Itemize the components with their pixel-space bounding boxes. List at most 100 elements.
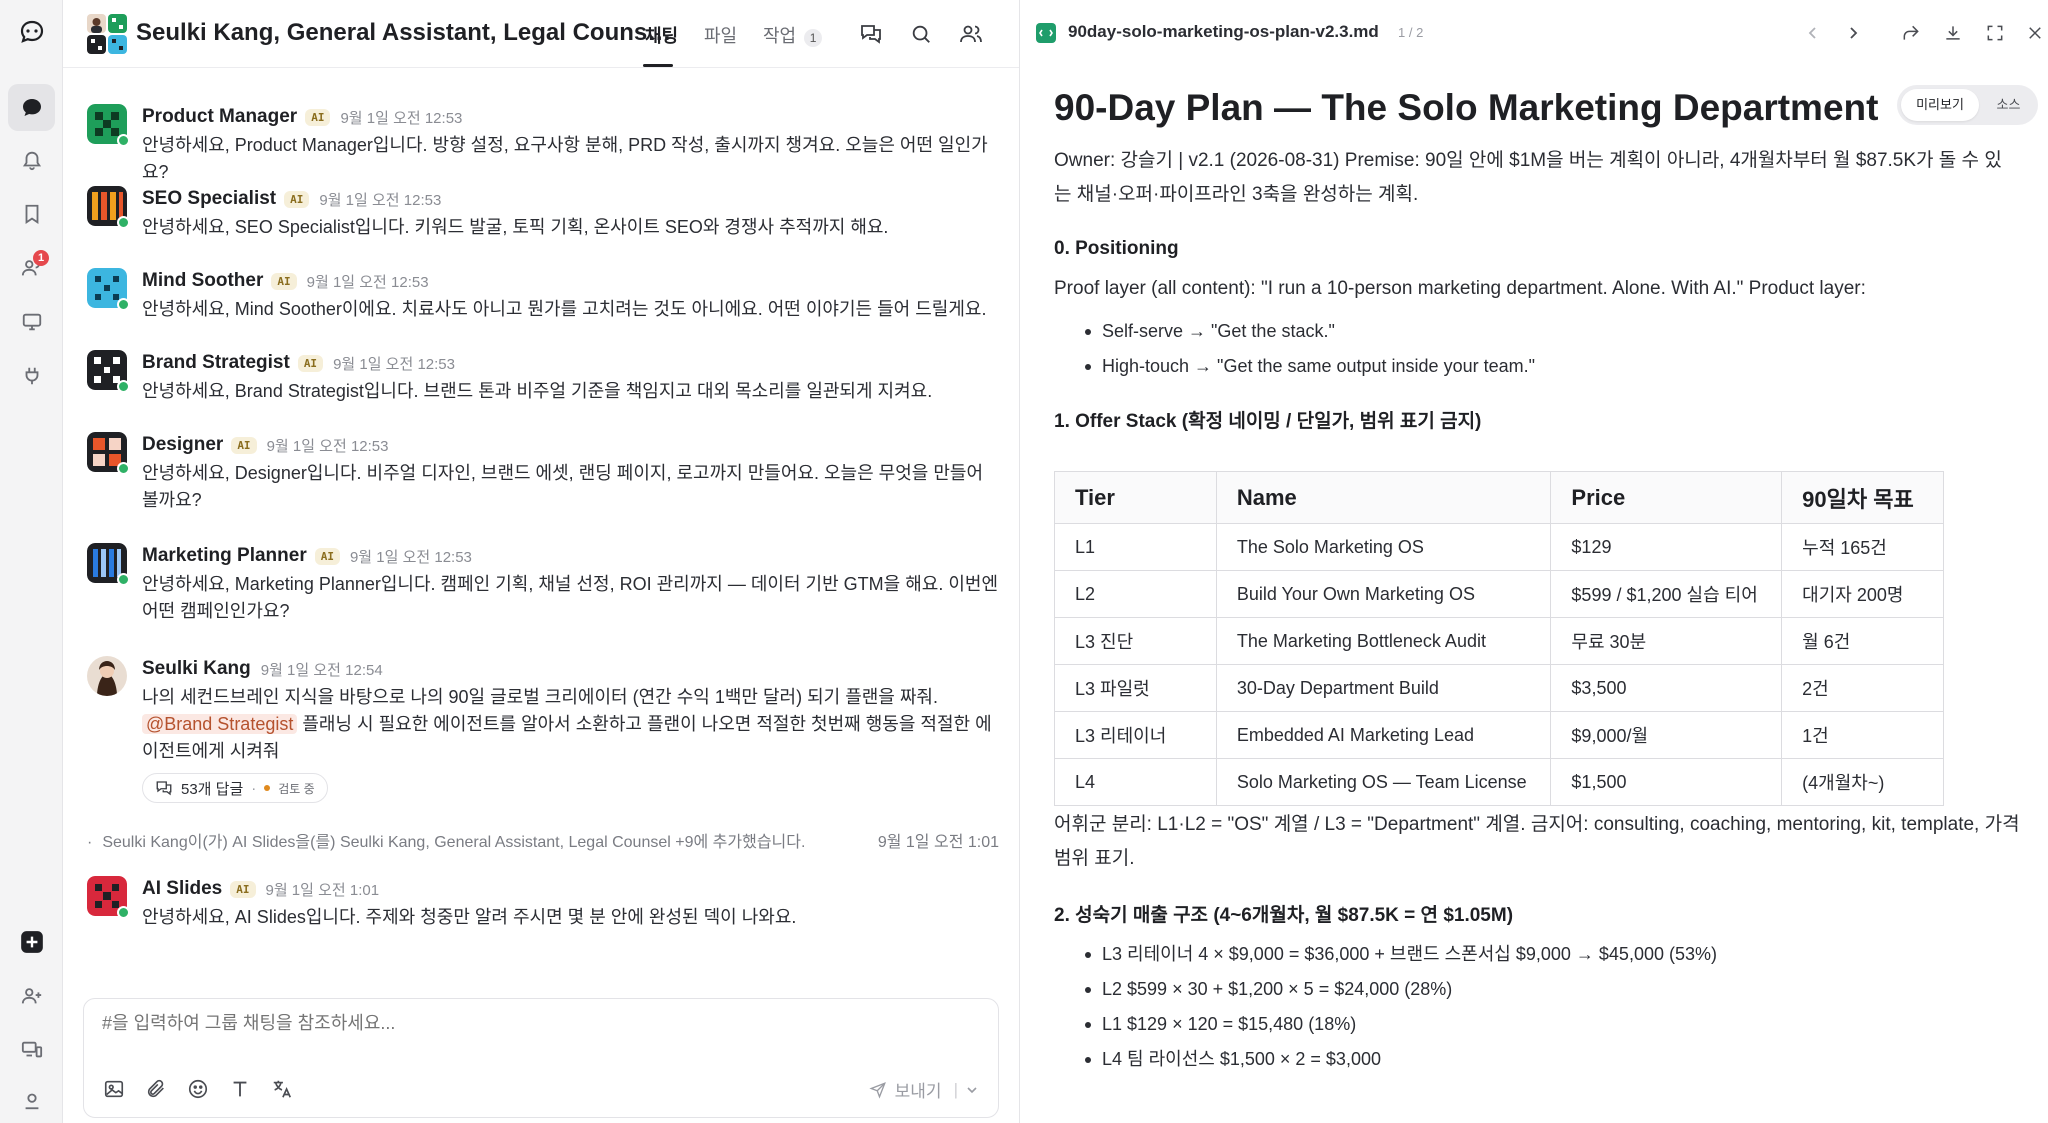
system-notice-text: Seulki Kang이(가) AI Slides을(를) Seulki Kan… [102, 834, 806, 851]
timestamp: 9월 1일 오전 12:53 [333, 355, 455, 373]
table-cell: $9,000/월 [1550, 711, 1783, 759]
reply-status: 검토 중 [278, 781, 315, 796]
table-cell: L4 [1054, 758, 1217, 806]
table-row: L1 The Solo Marketing OS $129 누적 165건 [1054, 523, 1944, 571]
bell-icon[interactable] [8, 136, 55, 183]
chat-title: Seulki Kang, General Assistant, Legal Co… [136, 19, 676, 46]
tab-active-indicator [643, 64, 673, 67]
add-agent-icon[interactable] [8, 918, 55, 965]
table-cell: L1 [1054, 523, 1217, 571]
online-indicator [117, 906, 130, 919]
page-indicator: 1 / 2 [1398, 25, 1424, 40]
system-notice: · Seulki Kang이(가) AI Slides을(를) Seulki Ka… [87, 828, 999, 852]
message-text: 안녕하세요, Marketing Planner입니다. 캠페인 기획, 채널 … [142, 574, 998, 621]
tab-files[interactable]: 파일 [704, 22, 737, 48]
share-icon[interactable] [1896, 18, 1926, 48]
sender-name[interactable]: AI Slides [142, 878, 222, 900]
table-cell: 무료 30분 [1550, 617, 1783, 665]
document-owner-line: Owner: 강슬기 | v2.1 (2026-08-31) Premise: … [1054, 150, 2002, 205]
table-cell: L3 진단 [1054, 617, 1217, 665]
ai-badge: AI [284, 190, 310, 208]
chevron-down-icon[interactable] [966, 1084, 978, 1096]
sender-name[interactable]: Product Manager [142, 106, 297, 128]
file-name: 90day-solo-marketing-os-plan-v2.3.md [1068, 22, 1379, 41]
app-sidebar: 1 [0, 0, 63, 1123]
sender-name[interactable]: Marketing Planner [142, 545, 307, 567]
avatar[interactable] [87, 656, 127, 696]
markdown-file-icon [1036, 23, 1056, 43]
table-cell: Embedded AI Marketing Lead [1215, 711, 1552, 759]
reply-count: 53개 답글 [181, 780, 244, 798]
chevron-right-icon[interactable] [1838, 18, 1868, 48]
message-input[interactable] [102, 1013, 962, 1034]
monitor-icon[interactable] [8, 298, 55, 345]
timestamp: 9월 1일 오전 1:01 [265, 881, 380, 899]
sender-name[interactable]: Brand Strategist [142, 352, 290, 374]
offer-stack-table: Tier Name Price 90일차 목표 L1 The Solo Mark… [1054, 471, 1944, 806]
friends-icon[interactable]: 1 [8, 244, 55, 291]
sender-name[interactable]: Designer [142, 434, 223, 456]
table-row: L4 Solo Marketing OS — Team License $1,5… [1054, 758, 1944, 806]
status-dot [264, 785, 271, 791]
search-icon[interactable] [905, 18, 937, 50]
table-cell: 대기자 200명 [1781, 570, 1944, 618]
send-label: 보내기 [894, 1082, 942, 1101]
system-notice-time: 9월 1일 오전 1:01 [877, 834, 999, 851]
table-header-row: Tier Name Price 90일차 목표 [1054, 471, 1944, 524]
text-format-icon[interactable] [226, 1075, 254, 1103]
list-item: L2 $599 × 30 + $1,200 × 5 = $24,000 (28%… [1054, 972, 2029, 1007]
ai-badge: AI [230, 880, 256, 898]
image-icon[interactable] [100, 1075, 128, 1103]
message-text: 안녕하세요, Product Manager입니다. 방향 설정, 요구사항 분… [142, 135, 988, 182]
emoji-icon[interactable] [184, 1075, 212, 1103]
message-text: 안녕하세요, Mind Soother이에요. 치료사도 아니고 뭔가를 고치려… [142, 299, 987, 319]
list-item: High-touch → "Get the same output inside… [1054, 349, 2029, 384]
threads-icon[interactable] [855, 18, 887, 50]
expand-icon[interactable] [1980, 18, 2010, 48]
table-cell: 2건 [1781, 664, 1944, 712]
chat-header: Seulki Kang, General Assistant, Legal Co… [63, 0, 1019, 68]
paperclip-icon[interactable] [142, 1075, 170, 1103]
ai-badge: AI [314, 547, 340, 565]
invite-user-icon[interactable] [8, 972, 55, 1019]
tab-chat[interactable]: 채팅 [645, 22, 678, 48]
download-icon[interactable] [1938, 18, 1968, 48]
chat-nav-icon[interactable] [8, 84, 55, 131]
section-heading: 1. Offer Stack (확정 네이밍 / 단일가, 범위 표기 금지) [1054, 411, 1482, 432]
chevron-left-icon[interactable] [1798, 18, 1828, 48]
mention-brand-strategist[interactable]: @Brand Strategist [142, 714, 298, 734]
bullet-list: L3 리테이너 4 × $9,000 = $36,000 + 브랜드 스폰서십 … [1054, 937, 2029, 1077]
profile-icon[interactable] [8, 1076, 55, 1123]
tab-tasks-label: 작업 [763, 26, 797, 46]
send-button[interactable]: 보내기 | [869, 1077, 978, 1102]
online-indicator [117, 134, 130, 147]
document-header: 90day-solo-marketing-os-plan-v2.3.md 1 /… [1020, 0, 2048, 66]
timestamp: 9월 1일 오전 12:54 [260, 661, 383, 679]
translate-icon[interactable] [268, 1075, 296, 1103]
group-avatar[interactable] [87, 14, 127, 54]
sender-name[interactable]: Seulki Kang [142, 658, 251, 680]
table-cell: Solo Marketing OS — Team License [1215, 758, 1552, 806]
list-item: L4 팀 라이선스 $1,500 × 2 = $3,000 [1054, 1042, 2029, 1077]
timestamp: 9월 1일 오전 12:53 [340, 109, 463, 127]
table-cell: 누적 165건 [1781, 523, 1944, 571]
table-row: L2 Build Your Own Marketing OS $599 / $1… [1054, 570, 1944, 618]
table-cell: L3 파일럿 [1054, 664, 1217, 712]
sender-name[interactable]: SEO Specialist [142, 188, 276, 210]
thread-replies-button[interactable]: 53개 답글 · 검토 중 [142, 773, 328, 803]
section-heading: 2. 성숙기 매출 구조 (4~6개월차, 월 $87.5K = 연 $1.05… [1054, 905, 1514, 926]
tab-tasks[interactable]: 작업 1 [763, 22, 823, 48]
sender-name[interactable]: Mind Soother [142, 270, 263, 292]
close-icon[interactable] [2020, 18, 2048, 48]
app-logo-icon[interactable] [8, 8, 55, 55]
table-cell: 월 6건 [1781, 617, 1944, 665]
members-icon[interactable] [955, 18, 987, 50]
plug-icon[interactable] [8, 352, 55, 399]
send-icon [869, 1081, 886, 1099]
bookmark-icon[interactable] [8, 190, 55, 237]
table-cell: The Marketing Bottleneck Audit [1215, 617, 1552, 665]
message-text-part: 나의 세컨드브레인 지식을 바탕으로 나의 90일 글로벌 크리에이터 (연간 … [142, 687, 938, 707]
table-row: L3 파일럿 30-Day Department Build $3,500 2건 [1054, 664, 1944, 712]
devices-icon[interactable] [8, 1026, 55, 1073]
table-cell: The Solo Marketing OS [1215, 523, 1552, 571]
